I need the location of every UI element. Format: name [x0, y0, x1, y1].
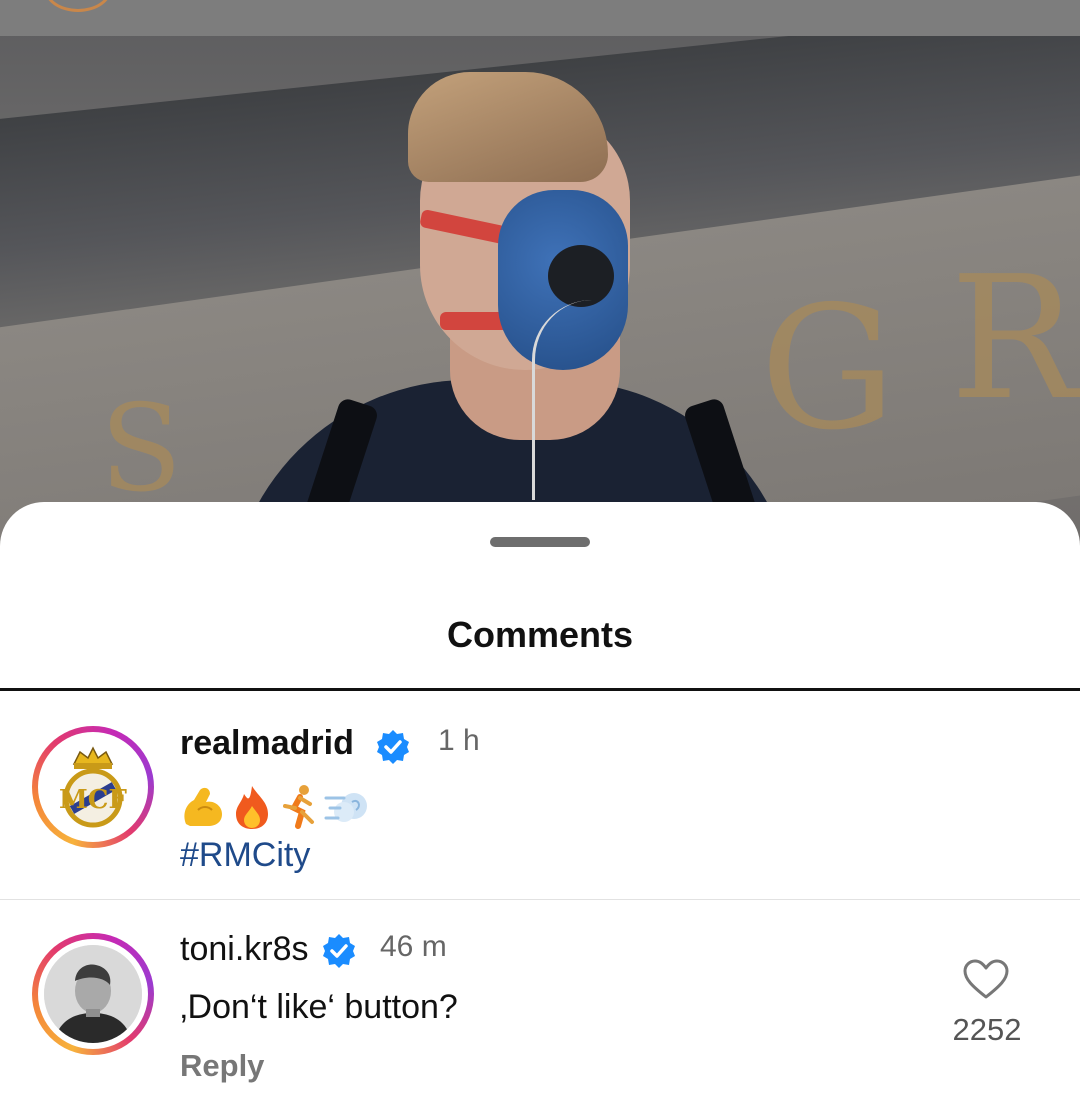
real-madrid-crest-icon: MCF — [44, 738, 142, 836]
title-divider — [0, 688, 1080, 691]
sheet-drag-handle[interactable] — [490, 537, 590, 547]
mask-valve — [548, 245, 614, 307]
verified-badge-icon — [374, 728, 412, 771]
svg-text:MCF: MCF — [59, 785, 127, 815]
comment-text: ‚Don‘t like‘ button? — [180, 988, 458, 1026]
dashing-away-icon — [324, 786, 370, 833]
person-running-icon — [280, 784, 320, 835]
avatar[interactable]: MCF — [32, 726, 154, 848]
mask-cable — [532, 300, 615, 500]
comment-hashtag-link[interactable]: #RMCity — [180, 836, 310, 875]
comment-username[interactable]: toni.kr8s — [180, 930, 309, 969]
comment-username[interactable]: realmadrid — [180, 724, 354, 763]
wall-letter-g: G — [760, 270, 896, 468]
heart-icon — [962, 959, 1010, 1004]
comments-sheet: Comments MCF realmadrid 1 h #RMCity toni… — [0, 502, 1080, 1116]
reply-button[interactable]: Reply — [180, 1048, 264, 1084]
like-button[interactable] — [962, 958, 1010, 1005]
profile-photo-icon — [44, 945, 142, 1043]
comment-time: 1 h — [438, 724, 480, 757]
comment-time: 46 m — [380, 930, 447, 963]
flexed-biceps-icon — [180, 784, 226, 835]
post-photo: G R S — [0, 0, 1080, 560]
underlying-header — [0, 0, 1080, 36]
wall-letter-s: S — [100, 380, 183, 519]
comment-divider — [0, 899, 1080, 900]
fire-icon — [232, 784, 272, 835]
header-avatar[interactable] — [44, 0, 112, 12]
verified-badge-icon — [320, 932, 358, 975]
wall-letter-r: R — [950, 240, 1078, 438]
avatar[interactable] — [32, 933, 154, 1055]
sheet-title: Comments — [446, 614, 634, 655]
like-count: 2252 — [952, 1012, 1022, 1047]
